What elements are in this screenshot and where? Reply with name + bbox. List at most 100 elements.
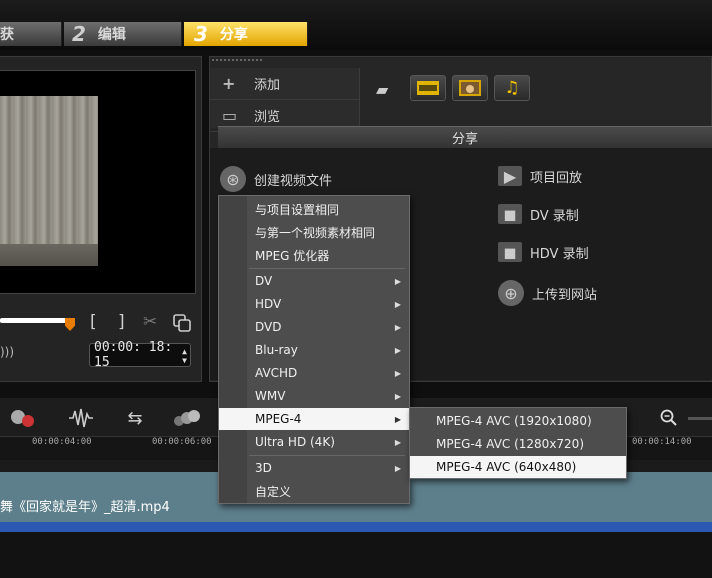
- menu-item-mpeg-optimizer[interactable]: MPEG 优化器: [219, 244, 409, 266]
- film-reel-icon: ⊛: [220, 166, 246, 192]
- menu-item-hdv[interactable]: HDV ▶: [219, 293, 409, 315]
- step-edit-tab[interactable]: 2 编辑: [64, 22, 182, 46]
- step-number: 3: [194, 22, 208, 46]
- record-capture-icon[interactable]: [8, 405, 38, 431]
- lower-track-area: [0, 532, 712, 578]
- submenu-arrow-icon: ▶: [394, 276, 401, 286]
- audio-waveform-icon[interactable]: [66, 405, 96, 431]
- menu-item-custom[interactable]: 自定义: [219, 480, 409, 502]
- submenu-arrow-icon: ▶: [394, 322, 401, 332]
- menu-item-avchd[interactable]: AVCHD ▶: [219, 362, 409, 384]
- submenu-item-480[interactable]: MPEG-4 AVC (640x480): [410, 456, 626, 478]
- playback-icon: ▶: [498, 166, 522, 186]
- cut-icon[interactable]: ✂: [143, 312, 157, 332]
- camcorder-icon: ◼: [498, 204, 522, 224]
- submenu-arrow-icon: ▶: [394, 463, 401, 473]
- video-format-menu: 与项目设置相同 与第一个视频素材相同 MPEG 优化器 DV ▶ HDV ▶ DVD…: [218, 195, 410, 504]
- menu-item-label: AVCHD: [255, 366, 298, 380]
- submenu-item-1080[interactable]: MPEG-4 AVC (1920x1080): [410, 410, 626, 432]
- copy-icon[interactable]: [173, 314, 191, 332]
- step-label: 获: [0, 27, 14, 43]
- audio-filter-button[interactable]: ♫: [494, 75, 530, 101]
- menu-item-label: DV: [255, 274, 273, 288]
- zoom-slider[interactable]: [688, 417, 712, 420]
- ruler-tick: 00:00:04:00: [32, 437, 92, 447]
- submenu-arrow-icon: ▶: [394, 391, 401, 401]
- menu-separator: [249, 268, 405, 269]
- create-video-button[interactable]: ⊛ 创建视频文件: [220, 166, 332, 192]
- menu-item-dv[interactable]: DV ▶: [219, 270, 409, 292]
- menu-item-label: 3D: [255, 461, 272, 475]
- ruler-tick: 00:00:14:00: [632, 437, 692, 447]
- mpeg4-submenu: MPEG-4 AVC (1920x1080) MPEG-4 AVC (1280x…: [409, 407, 627, 479]
- music-note-icon: ♫: [504, 78, 520, 98]
- step-share-tab[interactable]: 3 分享: [184, 22, 308, 46]
- dv-record-label: DV 录制: [530, 208, 579, 224]
- film-icon: [417, 81, 439, 95]
- globe-icon: ⊕: [498, 280, 524, 306]
- add-label: 添加: [254, 78, 281, 93]
- menu-item-same-as-first-clip[interactable]: 与第一个视频素材相同: [219, 221, 409, 243]
- upload-web-button[interactable]: ⊕ 上传到网站: [498, 280, 597, 306]
- submenu-item-label: MPEG-4 AVC (1280x720): [436, 437, 585, 451]
- project-playback-label: 项目回放: [530, 170, 583, 186]
- dv-record-button[interactable]: ◼ DV 录制: [498, 204, 579, 224]
- photo-filter-button[interactable]: [452, 75, 488, 101]
- video-frame: [0, 96, 98, 266]
- folder-icon[interactable]: ▰: [376, 80, 396, 99]
- scrub-bar[interactable]: [0, 318, 70, 323]
- browse-icon: ▭: [222, 106, 238, 125]
- menu-item-mpeg4[interactable]: MPEG-4 ▶: [219, 408, 409, 430]
- menu-item-label: HDV: [255, 297, 282, 311]
- transition-icon[interactable]: ⇆: [120, 405, 150, 431]
- clip-title: 舞《回家就是年》_超清.mp4: [0, 500, 170, 515]
- timecode-stepper-icon[interactable]: ▲ ▼: [182, 347, 187, 365]
- browse-label: 浏览: [254, 110, 281, 125]
- project-playback-button[interactable]: ▶ 项目回放: [498, 166, 582, 186]
- menu-item-label: Blu-ray: [255, 343, 298, 357]
- upload-web-label: 上传到网站: [532, 287, 598, 303]
- timecode-field[interactable]: 00:00: 18: 15 ▲ ▼: [89, 340, 191, 370]
- submenu-arrow-icon: ▶: [394, 368, 401, 378]
- add-folder-button[interactable]: + 添加: [210, 68, 359, 100]
- photo-icon: [459, 80, 481, 96]
- motion-track-icon[interactable]: [172, 405, 202, 431]
- create-video-label: 创建视频文件: [254, 173, 333, 189]
- track-highlight: [0, 522, 712, 532]
- menu-item-ultra-hd[interactable]: Ultra HD (4K) ▶: [219, 431, 409, 453]
- zoom-icon[interactable]: [654, 405, 684, 431]
- media-filter-bar: ▰ ♫: [376, 75, 530, 101]
- share-header: 分享: [218, 126, 712, 148]
- submenu-item-label: MPEG-4 AVC (640x480): [436, 460, 577, 474]
- ruler-tick: 00:00:06:00: [152, 437, 212, 447]
- mark-out-button[interactable]: ]: [118, 312, 125, 332]
- submenu-item-720[interactable]: MPEG-4 AVC (1280x720): [410, 433, 626, 455]
- menu-item-3d[interactable]: 3D ▶: [219, 457, 409, 479]
- submenu-arrow-icon: ▶: [394, 414, 401, 424]
- menu-item-wmv[interactable]: WMV ▶: [219, 385, 409, 407]
- panel-grip[interactable]: [212, 59, 262, 63]
- plus-icon: +: [222, 74, 236, 93]
- menu-item-label: WMV: [255, 389, 286, 403]
- share-title: 分享: [451, 132, 478, 147]
- step-capture-tab[interactable]: 获: [0, 22, 62, 46]
- menu-separator: [249, 455, 405, 456]
- menu-item-dvd[interactable]: DVD ▶: [219, 316, 409, 338]
- volume-icon[interactable]: ))): [0, 345, 14, 359]
- hdv-record-button[interactable]: ◼ HDV 录制: [498, 242, 589, 262]
- timecode-value: 00:00: 18: 15: [94, 340, 173, 370]
- video-filter-button[interactable]: [410, 75, 446, 101]
- hdv-record-label: HDV 录制: [530, 246, 589, 262]
- submenu-arrow-icon: ▶: [394, 299, 401, 309]
- menu-item-label: 与项目设置相同: [255, 202, 340, 217]
- menu-item-same-as-project[interactable]: 与项目设置相同: [219, 198, 409, 220]
- step-number: 2: [72, 22, 86, 46]
- step-label: 分享: [219, 27, 248, 43]
- menu-item-bluray[interactable]: Blu-ray ▶: [219, 339, 409, 361]
- menu-item-label: MPEG-4: [255, 412, 302, 426]
- camcorder-icon: ◼: [498, 242, 522, 262]
- menu-item-label: DVD: [255, 320, 282, 334]
- library-folder-list: + 添加 ▭ 浏览: [210, 68, 360, 132]
- submenu-item-label: MPEG-4 AVC (1920x1080): [436, 414, 592, 428]
- mark-in-button[interactable]: [: [90, 312, 97, 332]
